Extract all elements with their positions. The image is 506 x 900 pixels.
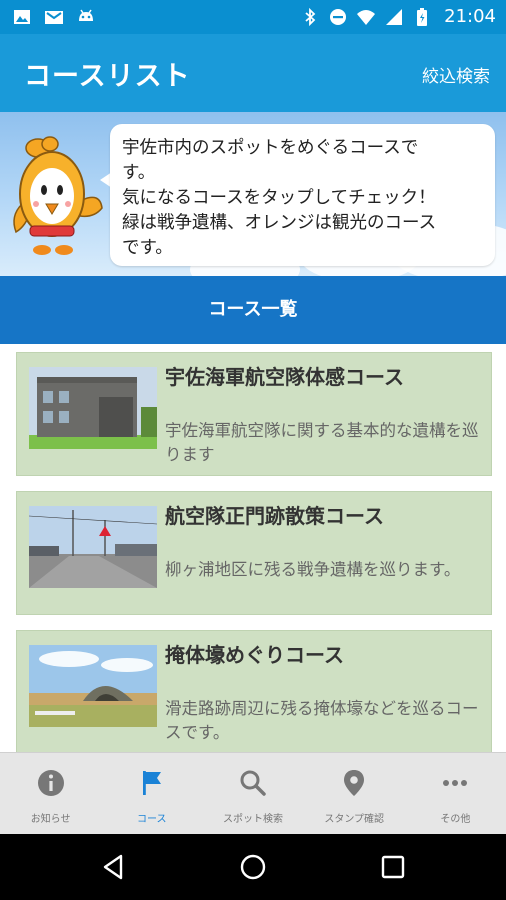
nav-label: スタンプ確認 [324, 814, 385, 825]
flag-icon [142, 771, 161, 795]
course-description: 柳ヶ浦地区に残る戦争遺構を巡ります。 [165, 560, 461, 579]
signal-icon [386, 8, 403, 25]
course-title: 航空隊正門跡散策コース [165, 504, 384, 528]
bottom-navigation: お知らせ コース スポット検索 スタンプ確認 その他 [0, 752, 506, 834]
intro-message: 宇佐市内のスポットをめぐるコースで す。 気になるコースをタップしてチェック！ … [122, 136, 488, 261]
course-list[interactable]: 宇佐海軍航空隊体感コース 宇佐海軍航空隊に関する基本的な遺構を巡ります 航空隊正… [0, 344, 506, 752]
course-title: 掩体壕めぐりコース [165, 643, 344, 667]
nav-label: スポット検索 [223, 814, 283, 825]
course-title: 宇佐海軍航空隊体感コース [165, 365, 404, 389]
page-title: コースリスト [24, 61, 191, 92]
course-card[interactable]: 宇佐海軍航空隊体感コース 宇佐海軍航空隊に関する基本的な遺構を巡ります [16, 352, 492, 476]
course-description: 滑走路跡周辺に残る掩体壕などを巡るコースです。 [165, 699, 479, 742]
system-navigation-bar [0, 834, 506, 900]
intro-line: です。 [122, 238, 173, 258]
course-list-header: コース一覧 [0, 276, 506, 344]
course-card[interactable]: 掩体壕めぐりコース 滑走路跡周辺に残る掩体壕などを巡るコースです。 [16, 630, 492, 752]
course-card[interactable]: 航空隊正門跡散策コース 柳ヶ浦地区に残る戦争遺構を巡ります。 [16, 491, 492, 615]
intro-line: 緑は戦争遺構、オレンジは観光のコース [122, 213, 437, 233]
intro-banner: 宇佐市内のスポットをめぐるコースで す。 気になるコースをタップしてチェック！ … [0, 112, 506, 276]
intro-line: 宇佐市内のスポットをめぐるコースで [122, 138, 419, 158]
wifi-icon [357, 9, 376, 25]
android-icon [79, 9, 93, 21]
recents-icon[interactable] [378, 852, 408, 882]
course-photo [29, 645, 157, 727]
bluetooth-icon [305, 7, 316, 26]
nav-stamp-check[interactable]: スタンプ確認 [304, 753, 405, 834]
mascot-character [13, 136, 103, 255]
back-icon[interactable] [99, 852, 129, 882]
gmail-icon [45, 11, 63, 24]
app-bar: コースリスト 絞込検索 [0, 34, 506, 112]
home-icon[interactable] [238, 852, 268, 882]
nav-label: お知らせ [30, 814, 71, 825]
location-pin-icon [344, 770, 365, 796]
more-icon [443, 780, 468, 786]
do-not-disturb-icon [330, 8, 347, 25]
course-description: 宇佐海軍航空隊に関する基本的な遺構を巡ります [165, 421, 479, 464]
speech-bubble: 宇佐市内のスポットをめぐるコースで す。 気になるコースをタップしてチェック！ … [110, 124, 495, 266]
nav-label: コース [137, 814, 167, 825]
search-icon [240, 770, 266, 796]
nav-spot-search[interactable]: スポット検索 [202, 753, 303, 834]
image-icon [14, 10, 30, 24]
filter-search-button[interactable]: 絞込検索 [422, 62, 490, 87]
nav-news[interactable]: お知らせ [0, 753, 101, 834]
info-icon [37, 770, 64, 796]
intro-line: 気になるコースをタップしてチェック！ [122, 188, 436, 208]
intro-line: す。 [122, 163, 156, 183]
nav-other[interactable]: その他 [405, 753, 506, 834]
course-photo [29, 367, 157, 449]
status-bar: 21:04 [0, 0, 506, 34]
status-bar-notifications [12, 7, 96, 27]
status-time: 21:04 [444, 6, 496, 27]
nav-label: その他 [440, 814, 471, 825]
nav-course[interactable]: コース [101, 753, 202, 834]
battery-icon [417, 7, 428, 26]
status-bar-system: 21:04 [300, 6, 496, 27]
course-photo [29, 506, 157, 588]
